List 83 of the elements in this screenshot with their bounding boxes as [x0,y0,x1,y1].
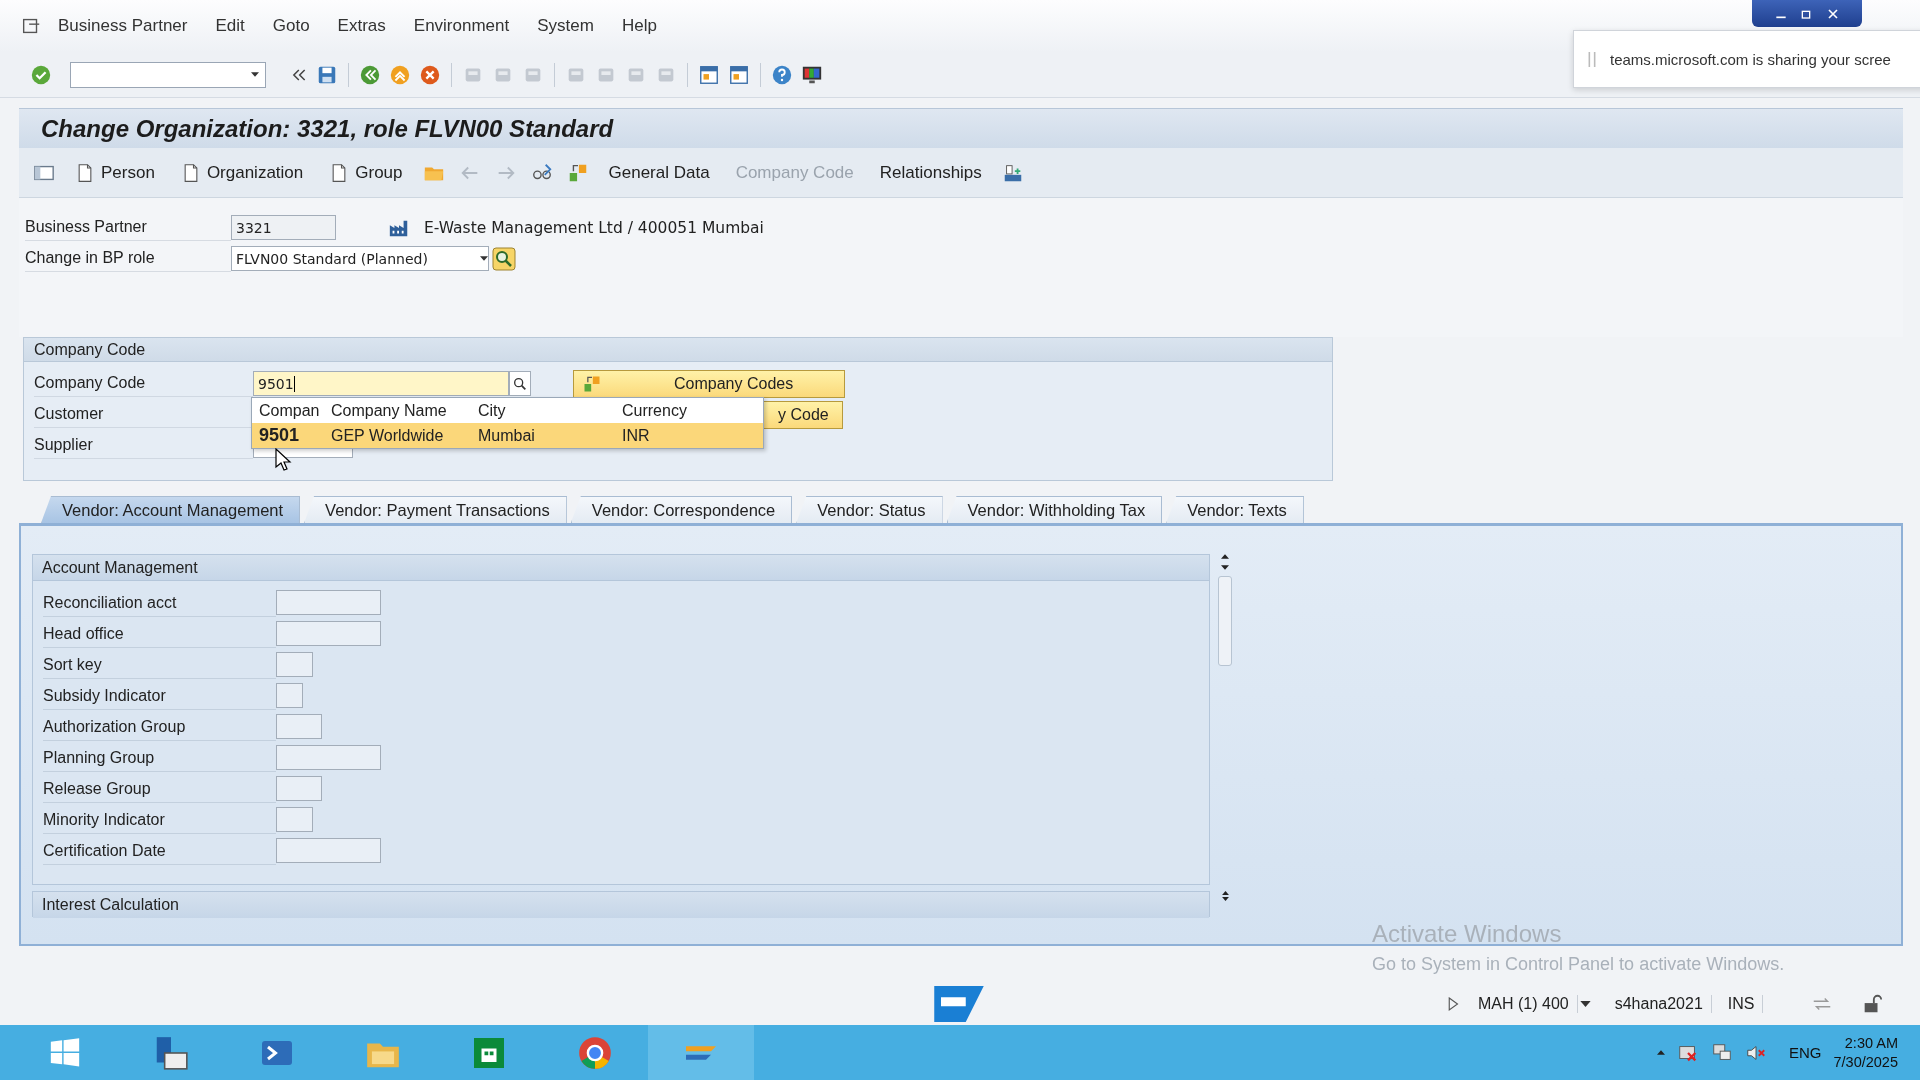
tab[interactable]: Vendor: Withholding Tax [946,496,1163,523]
menu-item[interactable]: Edit [215,16,245,36]
field-label: Authorization Group [43,712,276,741]
field-label: Release Group [43,774,276,803]
input-field[interactable] [276,652,313,677]
server-name: s4hana2021 [1606,995,1712,1013]
command-field[interactable] [70,61,266,88]
input-field[interactable] [276,745,381,770]
notification-text: teams.microsoft.com is sharing your scree [1610,50,1891,68]
pause-icon [1588,50,1596,68]
menu-item[interactable]: Extras [337,16,386,36]
field-label: Subsidy Indicator [43,681,276,710]
activation-title: Activate Windows [1372,920,1563,948]
toolbar-button[interactable]: Group [323,158,409,187]
exit-button[interactable] [389,63,411,86]
tab[interactable]: Vendor: Texts [1166,496,1304,523]
input-field[interactable] [276,683,303,708]
back-button[interactable] [359,63,381,86]
input-mode: INS [1719,995,1764,1013]
table-cell-text: INR [621,426,651,445]
role-dropdown[interactable]: FLVN00 Standard (Planned) [231,246,489,271]
section-title: Account Management [33,555,1209,581]
tab[interactable]: Vendor: Payment Transactions [304,496,567,523]
system-info: MAH (1) 400 [1470,995,1578,1013]
input-field[interactable] [276,590,381,615]
toolbar-button[interactable]: Organization [174,158,310,187]
search-button[interactable] [492,246,516,271]
suggestion-row[interactable]: 9501 GEP Worldwide Mumbai INR [252,423,763,448]
new-session-button[interactable] [698,63,720,86]
language-indicator[interactable]: ENG [1788,1044,1822,1061]
screen-title: Change Organization: 3321, role FLVN00 Standard [19,108,1903,148]
scroll-up-button[interactable] [1221,891,1229,895]
scroll-down-button[interactable] [1221,565,1229,570]
cancel-button[interactable] [419,63,441,86]
field-label: Certification Date [43,836,276,865]
tab[interactable]: Vendor: Account Management [41,496,301,523]
help-button[interactable] [771,63,793,86]
menu-item[interactable]: Help [621,16,657,36]
field-label: Minority Indicator [43,805,276,834]
column-header: Currency [621,401,688,420]
menu-item[interactable]: Environment [413,16,510,36]
toolbar-button[interactable]: General Data [602,158,716,187]
group-title: Company Code [24,338,1332,362]
input-field[interactable] [276,714,322,739]
input-field[interactable] [276,838,381,863]
shortcut-button[interactable] [728,63,750,86]
clock[interactable]: 2:30 AM 7/30/2025 [1833,1033,1898,1072]
section-title: Interest Calculation [33,892,1209,918]
input-field[interactable] [276,621,381,646]
input-field[interactable] [276,776,322,801]
company-codes-button[interactable]: Company Codes [573,369,845,398]
tab[interactable]: Vendor: Status [796,496,943,523]
menu-item[interactable]: Business Partner [58,16,188,36]
caret-icon [480,256,488,261]
field-label: Planning Group [43,743,276,772]
tab[interactable]: Vendor: Correspondence [570,496,793,523]
activation-text: Go to System in Control Panel to activate Windows. [1372,954,1785,975]
scroll-down-button[interactable] [1221,897,1229,901]
partner-field[interactable]: 3321 [231,215,336,240]
field-label: Sort key [43,650,276,679]
company-code-field[interactable]: 9501 [253,371,509,396]
search-icon [512,375,528,392]
table-cell-text: Mumbai [477,426,536,445]
scroll-handle[interactable] [1218,576,1232,666]
table-cell-text: 9501 [258,425,301,446]
column-header: Company Name [330,401,448,420]
caret-up-icon [1656,1050,1665,1055]
field-label: Reconciliation acct [43,588,276,617]
check-button[interactable] [30,63,52,86]
table-cell-text: GEP Worldwide [330,426,445,445]
column-header: Compan [258,401,321,420]
value-help-button[interactable] [509,371,531,396]
caret-icon [251,72,259,77]
menu-item[interactable]: Goto [272,16,310,36]
scroll-up-button[interactable] [1221,554,1229,559]
menu-item[interactable]: System [537,16,594,36]
caret-icon [1579,1001,1591,1007]
toolbar-button[interactable]: Person [69,158,161,187]
toolbar-button[interactable]: Relationships [873,158,988,187]
input-field[interactable] [276,807,313,832]
column-header: City [477,401,507,420]
field-label: Head office [43,619,276,648]
partner-description: E-Waste Management Ltd / 400051 Mumbai [424,218,764,237]
